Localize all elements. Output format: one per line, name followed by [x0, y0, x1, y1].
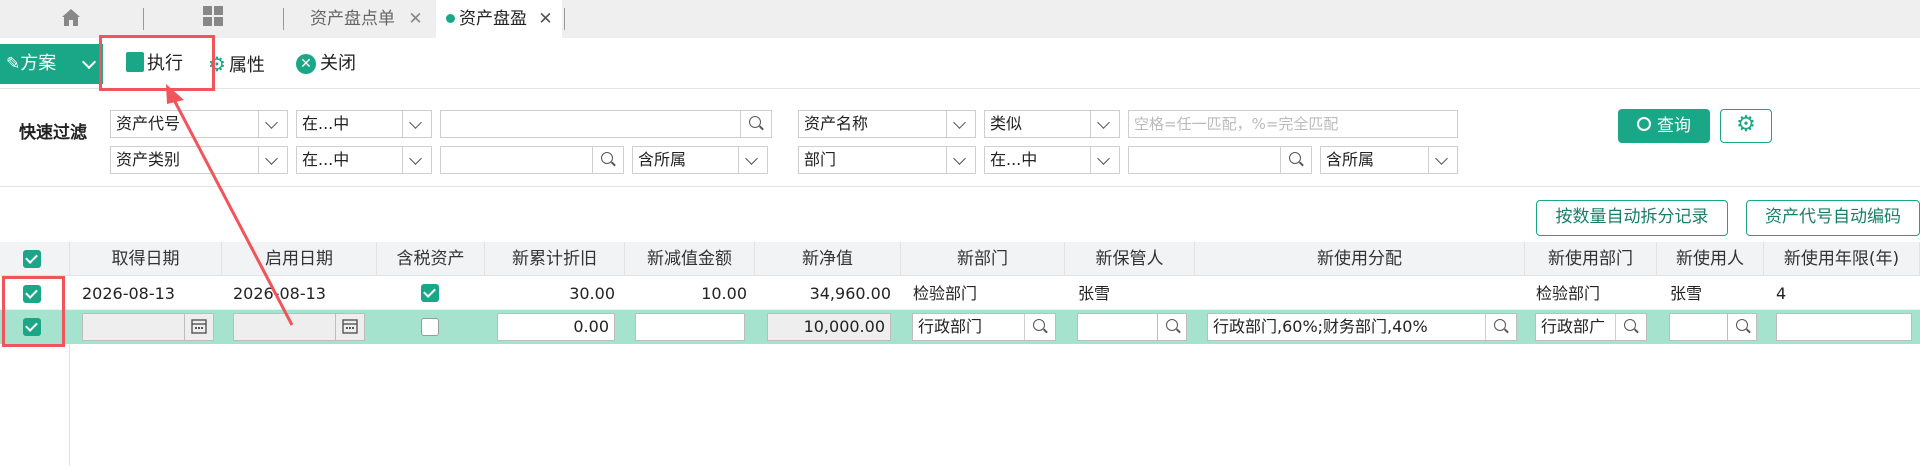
- annotation-arrow: [166, 84, 294, 326]
